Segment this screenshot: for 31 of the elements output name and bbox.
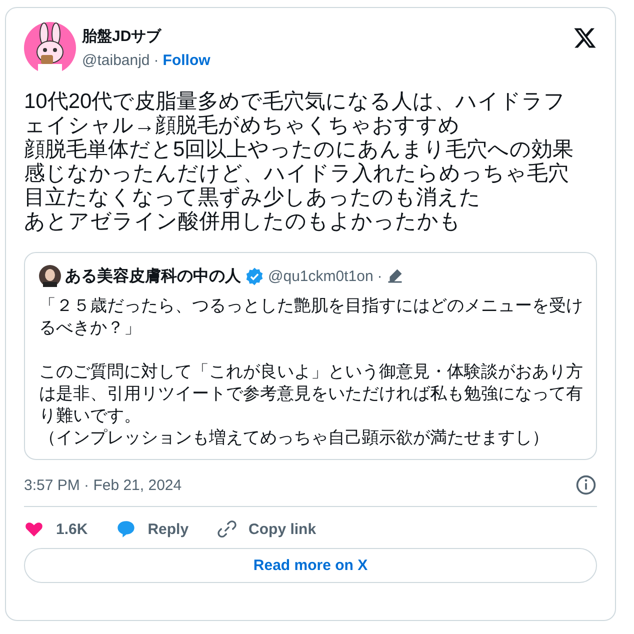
quoted-text-line: このご質問に対して「これが良いよ」という御意見・体験談がおあり方	[39, 361, 582, 383]
author-name[interactable]: 胎盤JDサブ	[82, 27, 567, 46]
separator-dot: ·	[377, 268, 382, 284]
separator-dot: ·	[154, 52, 159, 69]
tweet-text-line: 10代20代で皮脂量多めで毛穴気になる人は、ハイドラフ	[24, 90, 567, 114]
quoted-author-handle: @qu1ckm0t1on	[268, 268, 374, 284]
info-icon[interactable]	[575, 474, 597, 496]
quoted-text-line: り難いです。	[39, 405, 142, 427]
tweet-text-line: 目立たなくなって黒ずみ少しあったのも消えた	[24, 186, 482, 210]
copy-button[interactable]: Copy link	[216, 519, 316, 539]
timestamp[interactable]: 3:57 PM · Feb 21, 2024	[24, 476, 182, 494]
author-handle[interactable]: @taibanjd	[82, 52, 150, 69]
like-button[interactable]: 1.6K	[24, 519, 88, 539]
link-icon	[216, 519, 237, 539]
quoted-author-name: ある美容皮膚科の中の人	[65, 266, 241, 286]
speech-bubble-icon	[116, 519, 136, 539]
tweet-text-line: 感じなかったんだけど、ハイドラ入れたらめっちゃ毛穴	[24, 162, 570, 186]
quoted-tweet[interactable]: ある美容皮膚科の中の人 @qu1ckm0t1on · 「２５歳だったら、つるっとした艶肌を目指すにはどのメニューを受け るべきか？」 このご質問に対して「これが良いよ」という御意見・体験談がおあり方 は是非、引用リツイートで参考意見をいただければ私も勉強になって有 り難いです。 （インプレッションも増えてめっちゃ自己顕示欲が満たせますし）	[24, 252, 597, 460]
read-more-button[interactable]: Read more on X	[24, 548, 597, 583]
quoted-text-line: るべきか？」	[39, 317, 142, 339]
quoted-text-line: 「２５歳だったら、つるっとした艶肌を目指すにはどのメニューを受け	[39, 295, 582, 317]
tweet-text-line: ェイシャル→顔脱毛がめちゃくちゃおすすめ	[24, 114, 461, 138]
avatar-icon	[24, 22, 76, 74]
follow-link[interactable]: Follow	[162, 52, 210, 69]
tweet-text-line: 顔脱毛単体だと5回以上やったのにあんまり毛穴への効果	[24, 138, 575, 162]
quoted-text-line: （インプレッションも増えてめっちゃ自己顕示欲が満たせますし）	[39, 427, 550, 449]
x-logo-icon[interactable]	[573, 26, 597, 50]
reply-button[interactable]: Reply	[116, 519, 189, 539]
tweet-text-line: あとアゼライン酸併用したのもよかったかも	[24, 210, 462, 234]
quoted-text-line: は是非、引用リツイートで参考意見をいただければ私も勉強になって有	[39, 383, 582, 405]
avatar-icon	[39, 265, 61, 287]
